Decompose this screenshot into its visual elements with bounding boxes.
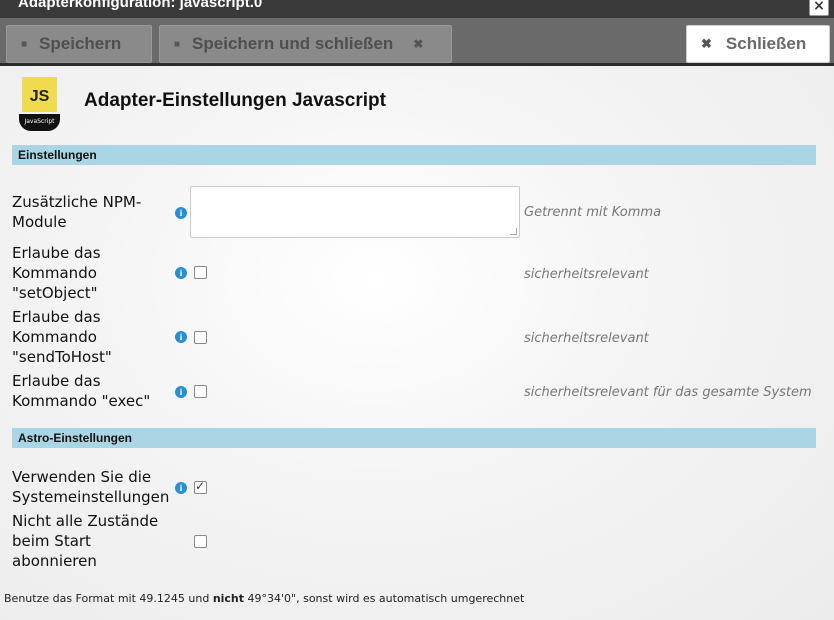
set-object-label-line: "setObject" [12, 284, 98, 302]
format-note-text: Benutze das Format mit 49.1245 und [4, 592, 213, 605]
javascript-logo: JS JavaScript [18, 73, 61, 133]
no-subscribe-label-line: Nicht alle Zustände [12, 512, 159, 530]
npm-modules-label-line: Zusätzliche NPM- [12, 193, 142, 211]
save-and-close-button-label: Speichern und schließen [192, 34, 394, 53]
format-note-emphasis: nicht [212, 592, 245, 605]
use-system-settings-label-line: Verwenden Sie die [12, 468, 152, 486]
save-button-label: Speichern [39, 34, 122, 53]
send-to-host-checkbox[interactable] [194, 331, 207, 344]
set-object-label-line: Kommando [12, 264, 97, 282]
send-to-host-label-line: Kommando [12, 328, 97, 346]
format-note: Benutze das Format mit 49.1245 und nicht… [4, 592, 524, 605]
js-logo-caption: JavaScript [19, 114, 60, 131]
exec-checkbox[interactable] [194, 385, 207, 398]
send-to-host-label-line: Erlaube das [12, 308, 101, 326]
toolbar: ■ Speichern ■ Speichern und schließen ✖ … [0, 18, 834, 66]
window-title: Adapterkonfiguration: javascript.0 [18, 0, 263, 11]
exec-label-line: Erlaube das [12, 372, 101, 390]
close-icon: ✖ [413, 37, 424, 51]
send-to-host-hint: sicherheitsrelevant [524, 331, 649, 346]
window-close-icon[interactable]: × [809, 0, 829, 16]
npm-modules-label-line: Module [12, 213, 67, 231]
format-note-text: 49°34'0", sonst wird es automatisch umge… [244, 592, 525, 605]
close-button[interactable]: ✖ Schließen [686, 25, 830, 63]
exec-hint: sicherheitsrelevant für das gesamte Syst… [524, 385, 812, 400]
send-to-host-label: Erlaube das Kommando "sendToHost" [12, 307, 112, 367]
floppy-disk-icon: ■ [21, 38, 28, 50]
use-system-settings-checkbox[interactable] [194, 479, 207, 494]
window-titlebar: Adapterkonfiguration: javascript.0 × [0, 0, 834, 18]
exec-label-line: Kommando "exec" [12, 392, 151, 410]
section-header-astro: Astro-Einstellungen [12, 428, 816, 448]
npm-modules-input[interactable] [190, 186, 520, 238]
close-icon: ✖ [701, 36, 712, 51]
save-and-close-button[interactable]: ■ Speichern und schließen ✖ [159, 25, 452, 63]
use-system-settings-label: Verwenden Sie die Systemeinstellungen [12, 467, 169, 507]
npm-modules-label: Zusätzliche NPM- Module [12, 192, 141, 232]
send-to-host-label-line: "sendToHost" [12, 348, 112, 366]
no-subscribe-label-line: beim Start [12, 532, 91, 550]
no-subscribe-checkbox[interactable] [194, 535, 207, 548]
js-badge: JS [22, 77, 57, 112]
info-icon[interactable]: i [175, 386, 187, 398]
set-object-hint: sicherheitsrelevant [524, 267, 649, 282]
set-object-checkbox[interactable] [194, 266, 207, 279]
no-subscribe-label-line: abonnieren [12, 552, 97, 570]
close-button-label: Schließen [725, 34, 807, 53]
set-object-label: Erlaube das Kommando "setObject" [12, 243, 101, 303]
info-icon[interactable]: i [175, 331, 187, 343]
info-icon[interactable]: i [175, 482, 187, 494]
npm-modules-hint: Getrennt mit Komma [524, 205, 662, 220]
no-subscribe-label: Nicht alle Zustände beim Start abonniere… [12, 511, 158, 571]
section-header-settings: Einstellungen [12, 145, 816, 165]
exec-label: Erlaube das Kommando "exec" [12, 371, 150, 411]
page-title: Adapter-Einstellungen Javascript [84, 90, 386, 111]
info-icon[interactable]: i [175, 207, 187, 219]
use-system-settings-label-line: Systemeinstellungen [12, 488, 170, 506]
floppy-disk-icon: ■ [174, 38, 181, 50]
info-icon[interactable]: i [175, 267, 187, 279]
set-object-label-line: Erlaube das [12, 244, 101, 262]
save-button[interactable]: ■ Speichern [6, 25, 152, 63]
